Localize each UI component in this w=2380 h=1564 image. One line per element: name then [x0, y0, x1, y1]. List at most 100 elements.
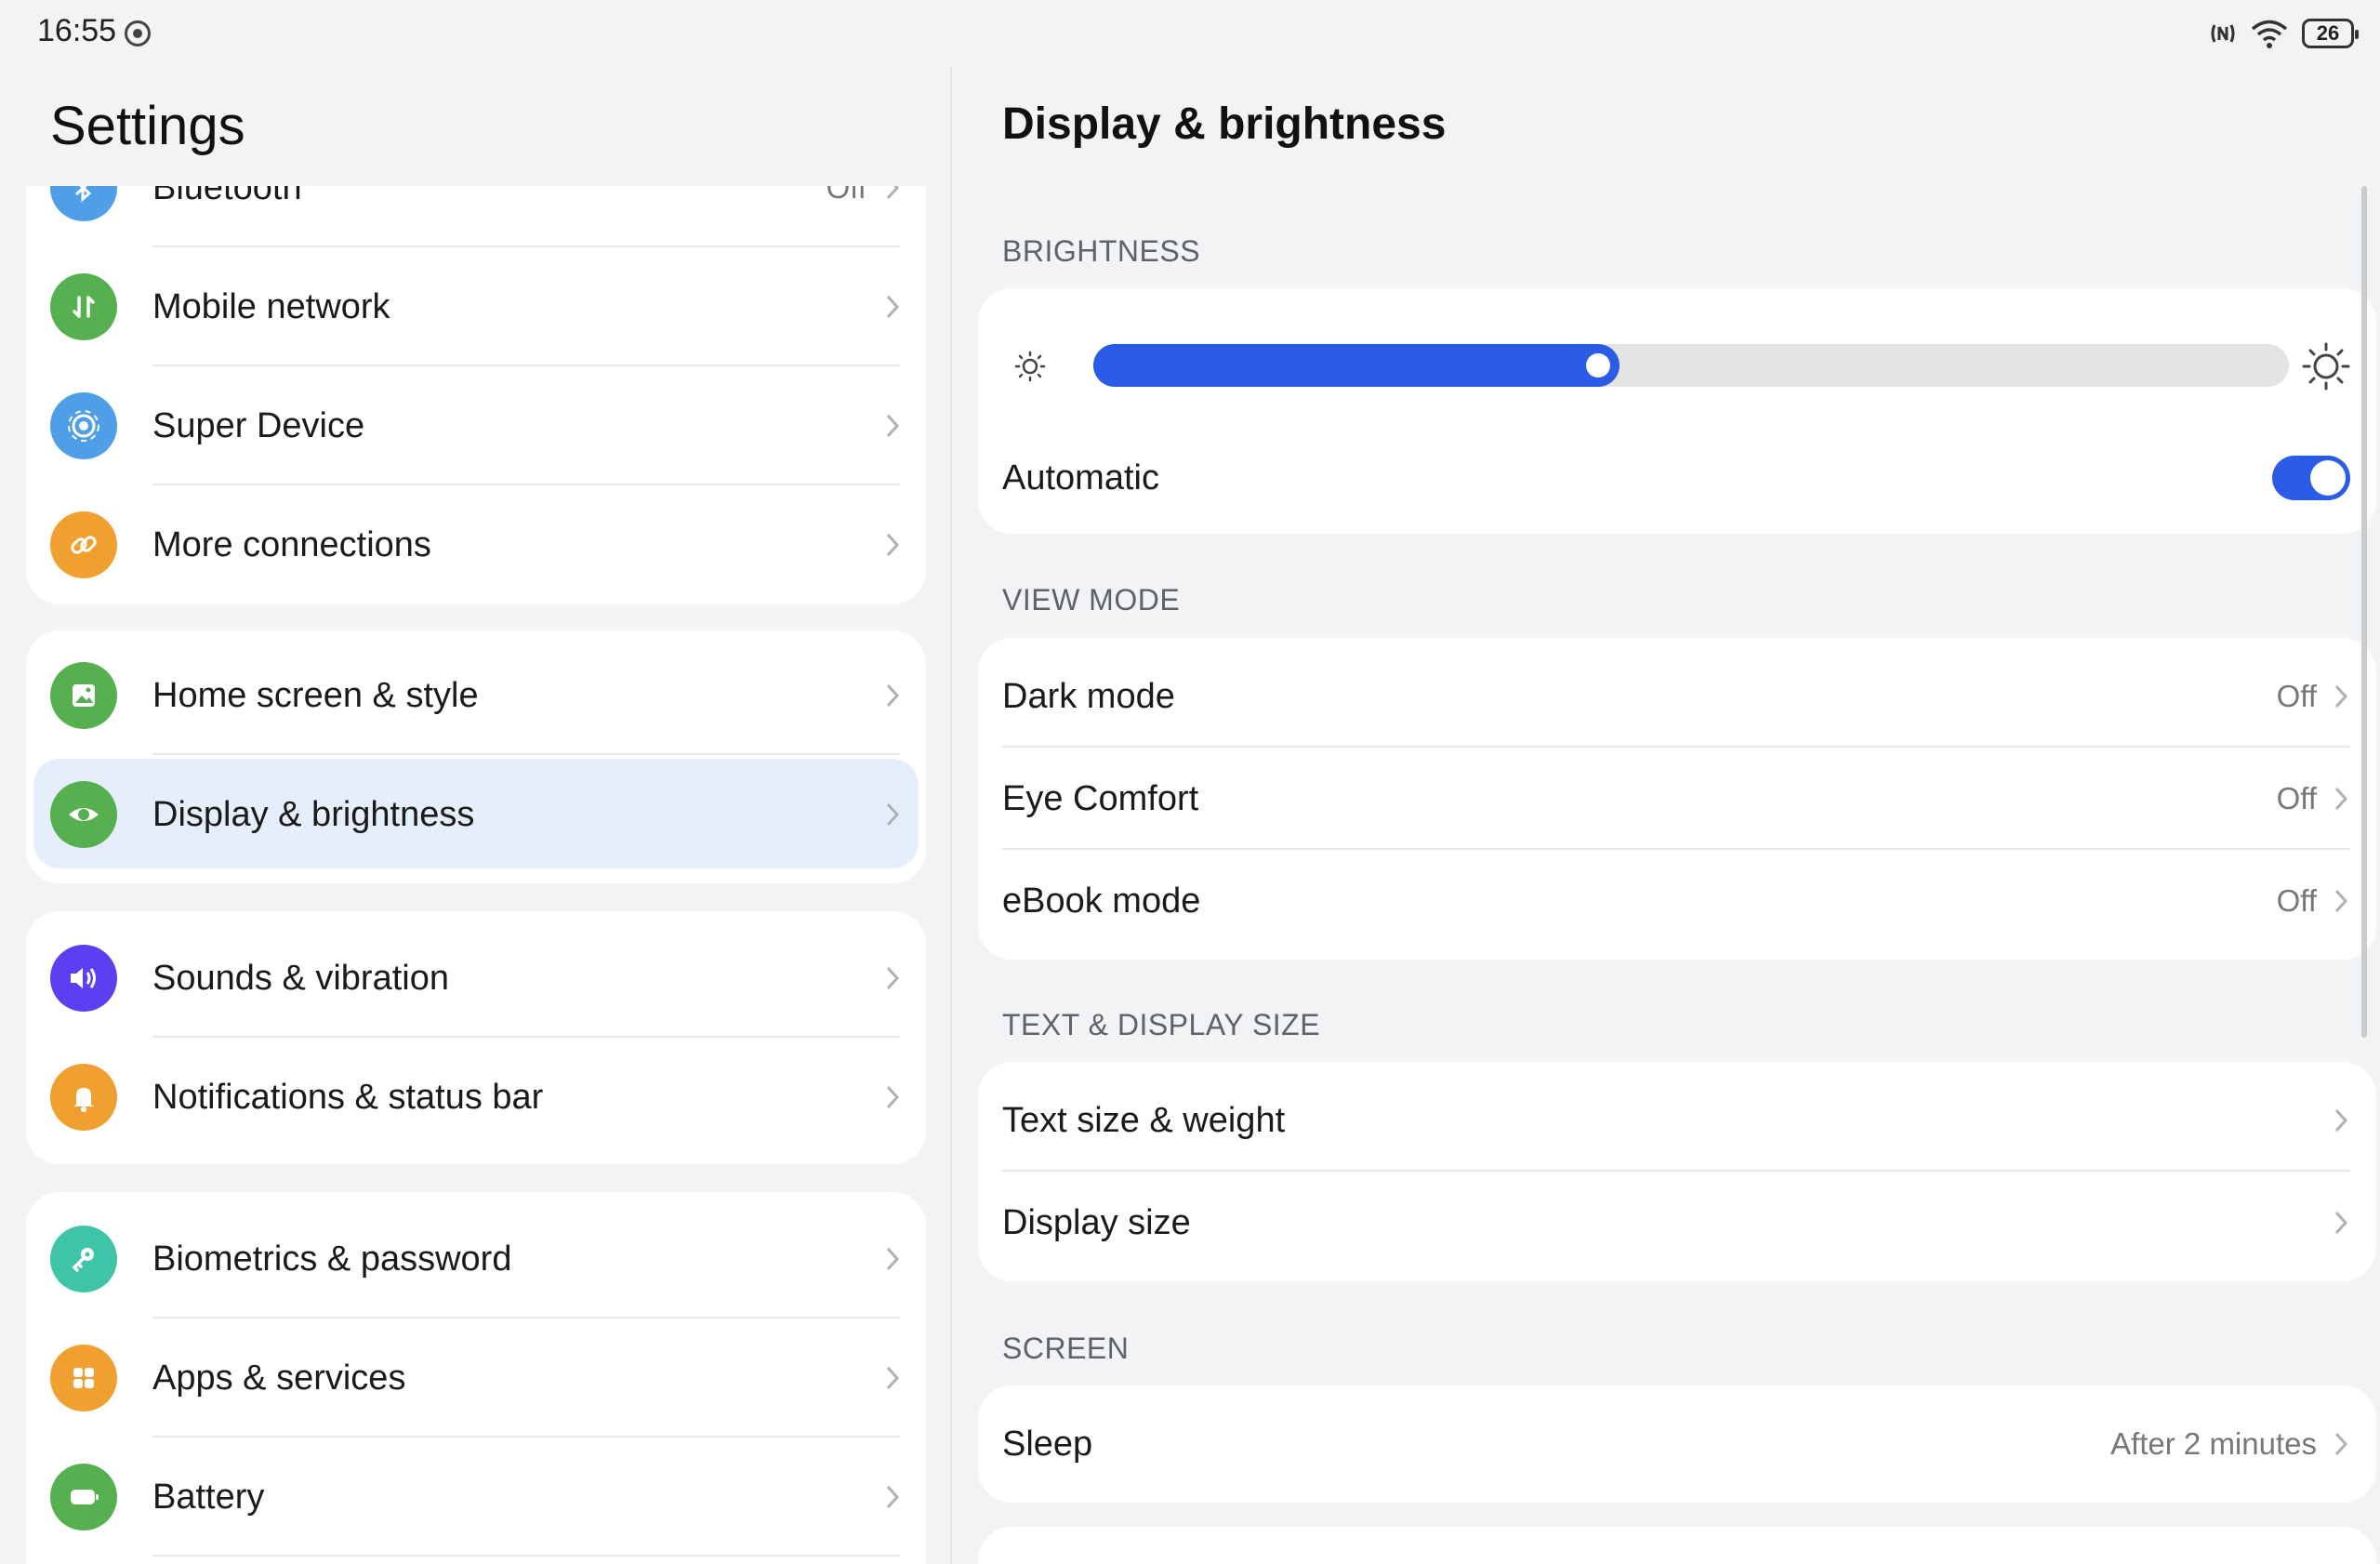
eye-comfort-value: Off [2276, 781, 2317, 815]
battery-level: 26 [2316, 21, 2340, 45]
chevron-right-icon [2334, 889, 2348, 913]
display-size-label: Display size [1002, 1203, 1191, 1242]
link-icon [50, 511, 117, 578]
settings-group-security: Biometrics & password Apps & services Ba… [26, 1192, 926, 1564]
mobile-network-icon [50, 273, 117, 340]
eye-icon [50, 781, 117, 848]
detail-pane[interactable]: Display & brightness BRIGHTNESS Automati… [952, 67, 2380, 1564]
sleep-row[interactable]: Sleep After 2 minutes [978, 1393, 2376, 1495]
sidebar-item-label: Biometrics & password [152, 1239, 512, 1279]
sun-large-icon [2302, 342, 2350, 391]
chevron-right-icon [886, 1085, 900, 1109]
sidebar-item-biometrics-password[interactable]: Biometrics & password [26, 1200, 926, 1319]
sidebar-item-label: Bluetooth [152, 186, 302, 207]
image-icon [50, 662, 117, 729]
settings-group-sounds: Sounds & vibration Notifications & statu… [26, 911, 926, 1164]
status-time: 16:55 [37, 13, 117, 48]
section-label-screen: SCREEN [1002, 1332, 1130, 1365]
sleep-value: After 2 minutes [2110, 1426, 2317, 1461]
sleep-label: Sleep [1002, 1425, 1093, 1464]
chevron-right-icon [2334, 1108, 2348, 1133]
status-icons: 26 [2209, 15, 2359, 52]
sidebar-item-value: Off [826, 186, 866, 205]
chevron-right-icon [2334, 1211, 2348, 1235]
sidebar-item-label: Apps & services [152, 1359, 406, 1398]
chevron-right-icon [886, 1247, 900, 1271]
chevron-right-icon [886, 1485, 900, 1509]
nfc-icon [2209, 18, 2237, 49]
sun-small-icon [1014, 351, 1046, 382]
screen-card: Sleep After 2 minutes [978, 1385, 2376, 1503]
brightness-slider-fill [1093, 344, 1620, 387]
automatic-brightness-row[interactable]: Automatic [978, 422, 2376, 534]
detail-scrollbar[interactable] [2361, 186, 2367, 1038]
section-label-view-mode: VIEW MODE [1002, 583, 1181, 616]
chevron-right-icon [2334, 787, 2348, 811]
chevron-right-icon [886, 295, 900, 319]
apps-grid-icon [50, 1345, 117, 1412]
view-mode-card: Dark mode Off Eye Comfort Off eBook mode… [978, 638, 2376, 960]
chevron-right-icon [886, 186, 900, 200]
display-size-row[interactable]: Display size [978, 1172, 2376, 1274]
bluetooth-icon [50, 186, 117, 221]
sidebar-item-home-screen-style[interactable]: Home screen & style [26, 636, 926, 755]
battery-indicator: 26 [2302, 19, 2359, 48]
ebook-mode-row[interactable]: eBook mode Off [978, 850, 2376, 952]
dark-mode-label: Dark mode [1002, 677, 1175, 716]
text-size-weight-row[interactable]: Text size & weight [978, 1069, 2376, 1172]
brightness-slider[interactable] [1093, 344, 2289, 387]
detail-title: Display & brightness [1002, 99, 1447, 149]
speaker-icon [50, 945, 117, 1012]
sidebar-item-more-connections[interactable]: More connections [26, 485, 926, 604]
super-device-icon [50, 392, 117, 459]
chevron-right-icon [886, 683, 900, 708]
sidebar-item-sounds-vibration[interactable]: Sounds & vibration [26, 919, 926, 1038]
ebook-mode-label: eBook mode [1002, 881, 1201, 921]
chevron-right-icon [2334, 1432, 2348, 1456]
dark-mode-value: Off [2276, 679, 2317, 713]
battery-icon [50, 1464, 117, 1531]
ebook-mode-value: Off [2276, 883, 2317, 918]
text-size-weight-label: Text size & weight [1002, 1101, 1286, 1140]
brightness-slider-handle[interactable] [1586, 353, 1610, 378]
next-card-partial [978, 1527, 2376, 1564]
sidebar-item-label: Display & brightness [152, 795, 475, 834]
wifi-icon [2250, 18, 2289, 49]
status-bar: 16:55 26 [0, 0, 2380, 67]
page-title: Settings [50, 96, 245, 156]
sidebar-item-mobile-network[interactable]: Mobile network [26, 247, 926, 366]
chevron-right-icon [886, 1366, 900, 1390]
settings-group-connections: Bluetooth Off Mobile network Super Devic… [26, 186, 926, 604]
chevron-right-icon [886, 802, 900, 827]
sidebar-item-super-device[interactable]: Super Device [26, 366, 926, 485]
sidebar-item-apps-services[interactable]: Apps & services [26, 1319, 926, 1438]
section-label-text-display-size: TEXT & DISPLAY SIZE [1002, 1008, 1321, 1041]
sidebar-item-display-brightness[interactable]: Display & brightness [26, 755, 926, 874]
sidebar-item-label: Notifications & status bar [152, 1078, 544, 1117]
dark-mode-row[interactable]: Dark mode Off [978, 645, 2376, 748]
notification-dot-icon [125, 20, 151, 46]
sidebar-item-label: Mobile network [152, 287, 390, 326]
key-icon [50, 1226, 117, 1292]
eye-comfort-row[interactable]: Eye Comfort Off [978, 748, 2376, 850]
automatic-label: Automatic [1002, 458, 1159, 497]
sidebar-item-label: Home screen & style [152, 676, 479, 715]
chevron-right-icon [886, 533, 900, 557]
sidebar-item-label: Sounds & vibration [152, 959, 449, 998]
settings-group-display: Home screen & style Display & brightness [26, 630, 926, 883]
brightness-card: Automatic [978, 288, 2376, 534]
settings-list[interactable]: Bluetooth Off Mobile network Super Devic… [0, 186, 950, 1564]
bell-icon [50, 1064, 117, 1131]
sidebar-item-label: Battery [152, 1478, 265, 1517]
chevron-right-icon [886, 966, 900, 990]
automatic-brightness-toggle[interactable] [2272, 456, 2350, 500]
settings-list-pane: Settings Bluetooth Off Mobile network Su… [0, 67, 950, 1564]
eye-comfort-label: Eye Comfort [1002, 779, 1199, 818]
toggle-knob [2310, 460, 2346, 496]
sidebar-item-battery[interactable]: Battery [26, 1438, 926, 1557]
sidebar-item-bluetooth[interactable]: Bluetooth Off [26, 186, 926, 247]
sidebar-item-notifications-status-bar[interactable]: Notifications & status bar [26, 1038, 926, 1157]
sidebar-item-label: More connections [152, 525, 431, 564]
section-label-brightness: BRIGHTNESS [1002, 234, 1201, 268]
chevron-right-icon [886, 414, 900, 438]
